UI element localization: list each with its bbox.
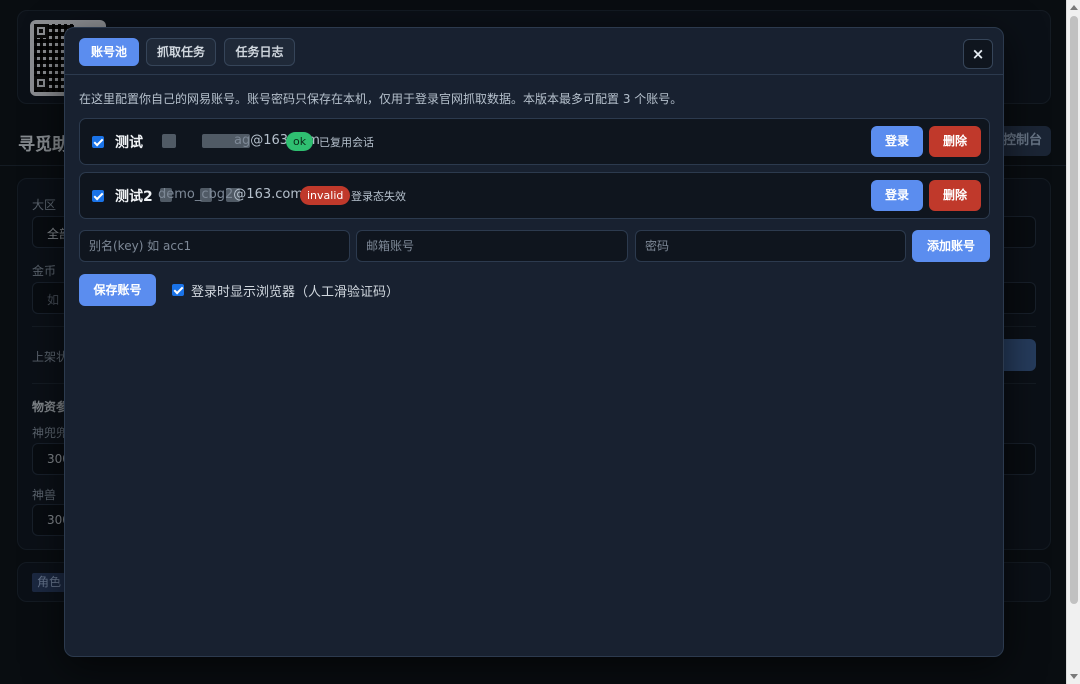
modal-header: 账号池 抓取任务 任务日志 × (65, 28, 1003, 75)
email-input[interactable] (356, 230, 628, 262)
scroll-down-icon[interactable] (1070, 674, 1078, 679)
delete-button[interactable]: 删除 (929, 126, 981, 157)
password-input[interactable] (635, 230, 906, 262)
status-badge: ok (286, 132, 314, 151)
show-browser-label[interactable]: 登录时显示浏览器（人工滑验证码） (191, 281, 399, 300)
account-row: 测试 ag@163.com ok 已复用会话 登录 删除 (79, 118, 990, 165)
tab-account-pool[interactable]: 账号池 (79, 38, 139, 66)
save-accounts-button[interactable]: 保存账号 (79, 274, 156, 306)
account-name: 测试2 (115, 189, 153, 205)
alias-input[interactable] (79, 230, 350, 262)
scroll-thumb[interactable] (1070, 16, 1078, 604)
page-scrollbar[interactable] (1066, 0, 1080, 684)
modal-description: 在这里配置你自己的网易账号。账号密码只保存在本机，仅用于登录官网抓取数据。本版本… (79, 92, 683, 106)
show-browser-checkbox[interactable] (172, 284, 184, 296)
delete-button[interactable]: 删除 (929, 180, 981, 211)
status-text: 登录态失效 (351, 190, 406, 203)
login-button[interactable]: 登录 (871, 126, 923, 157)
tab-task-log[interactable]: 任务日志 (224, 38, 295, 66)
account-pool-modal: 账号池 抓取任务 任务日志 × 在这里配置你自己的网易账号。账号密码只保存在本机… (64, 27, 1004, 657)
scroll-up-icon[interactable] (1070, 5, 1078, 10)
redaction-mask (162, 134, 176, 148)
account-enabled-checkbox[interactable] (92, 136, 104, 148)
account-name: 测试 (115, 135, 143, 151)
close-button[interactable]: × (963, 39, 993, 69)
status-badge: invalid (300, 186, 351, 205)
account-email: demo_cbg2@163.com (158, 187, 304, 202)
tab-fetch-tasks[interactable]: 抓取任务 (146, 38, 216, 66)
add-account-button[interactable]: 添加账号 (912, 230, 990, 262)
account-row: 测试2 demo_cbg2@163.com invalid 登录态失效 登录 删… (79, 172, 990, 219)
login-button[interactable]: 登录 (871, 180, 923, 211)
status-text: 已复用会话 (319, 136, 374, 149)
account-enabled-checkbox[interactable] (92, 190, 104, 202)
